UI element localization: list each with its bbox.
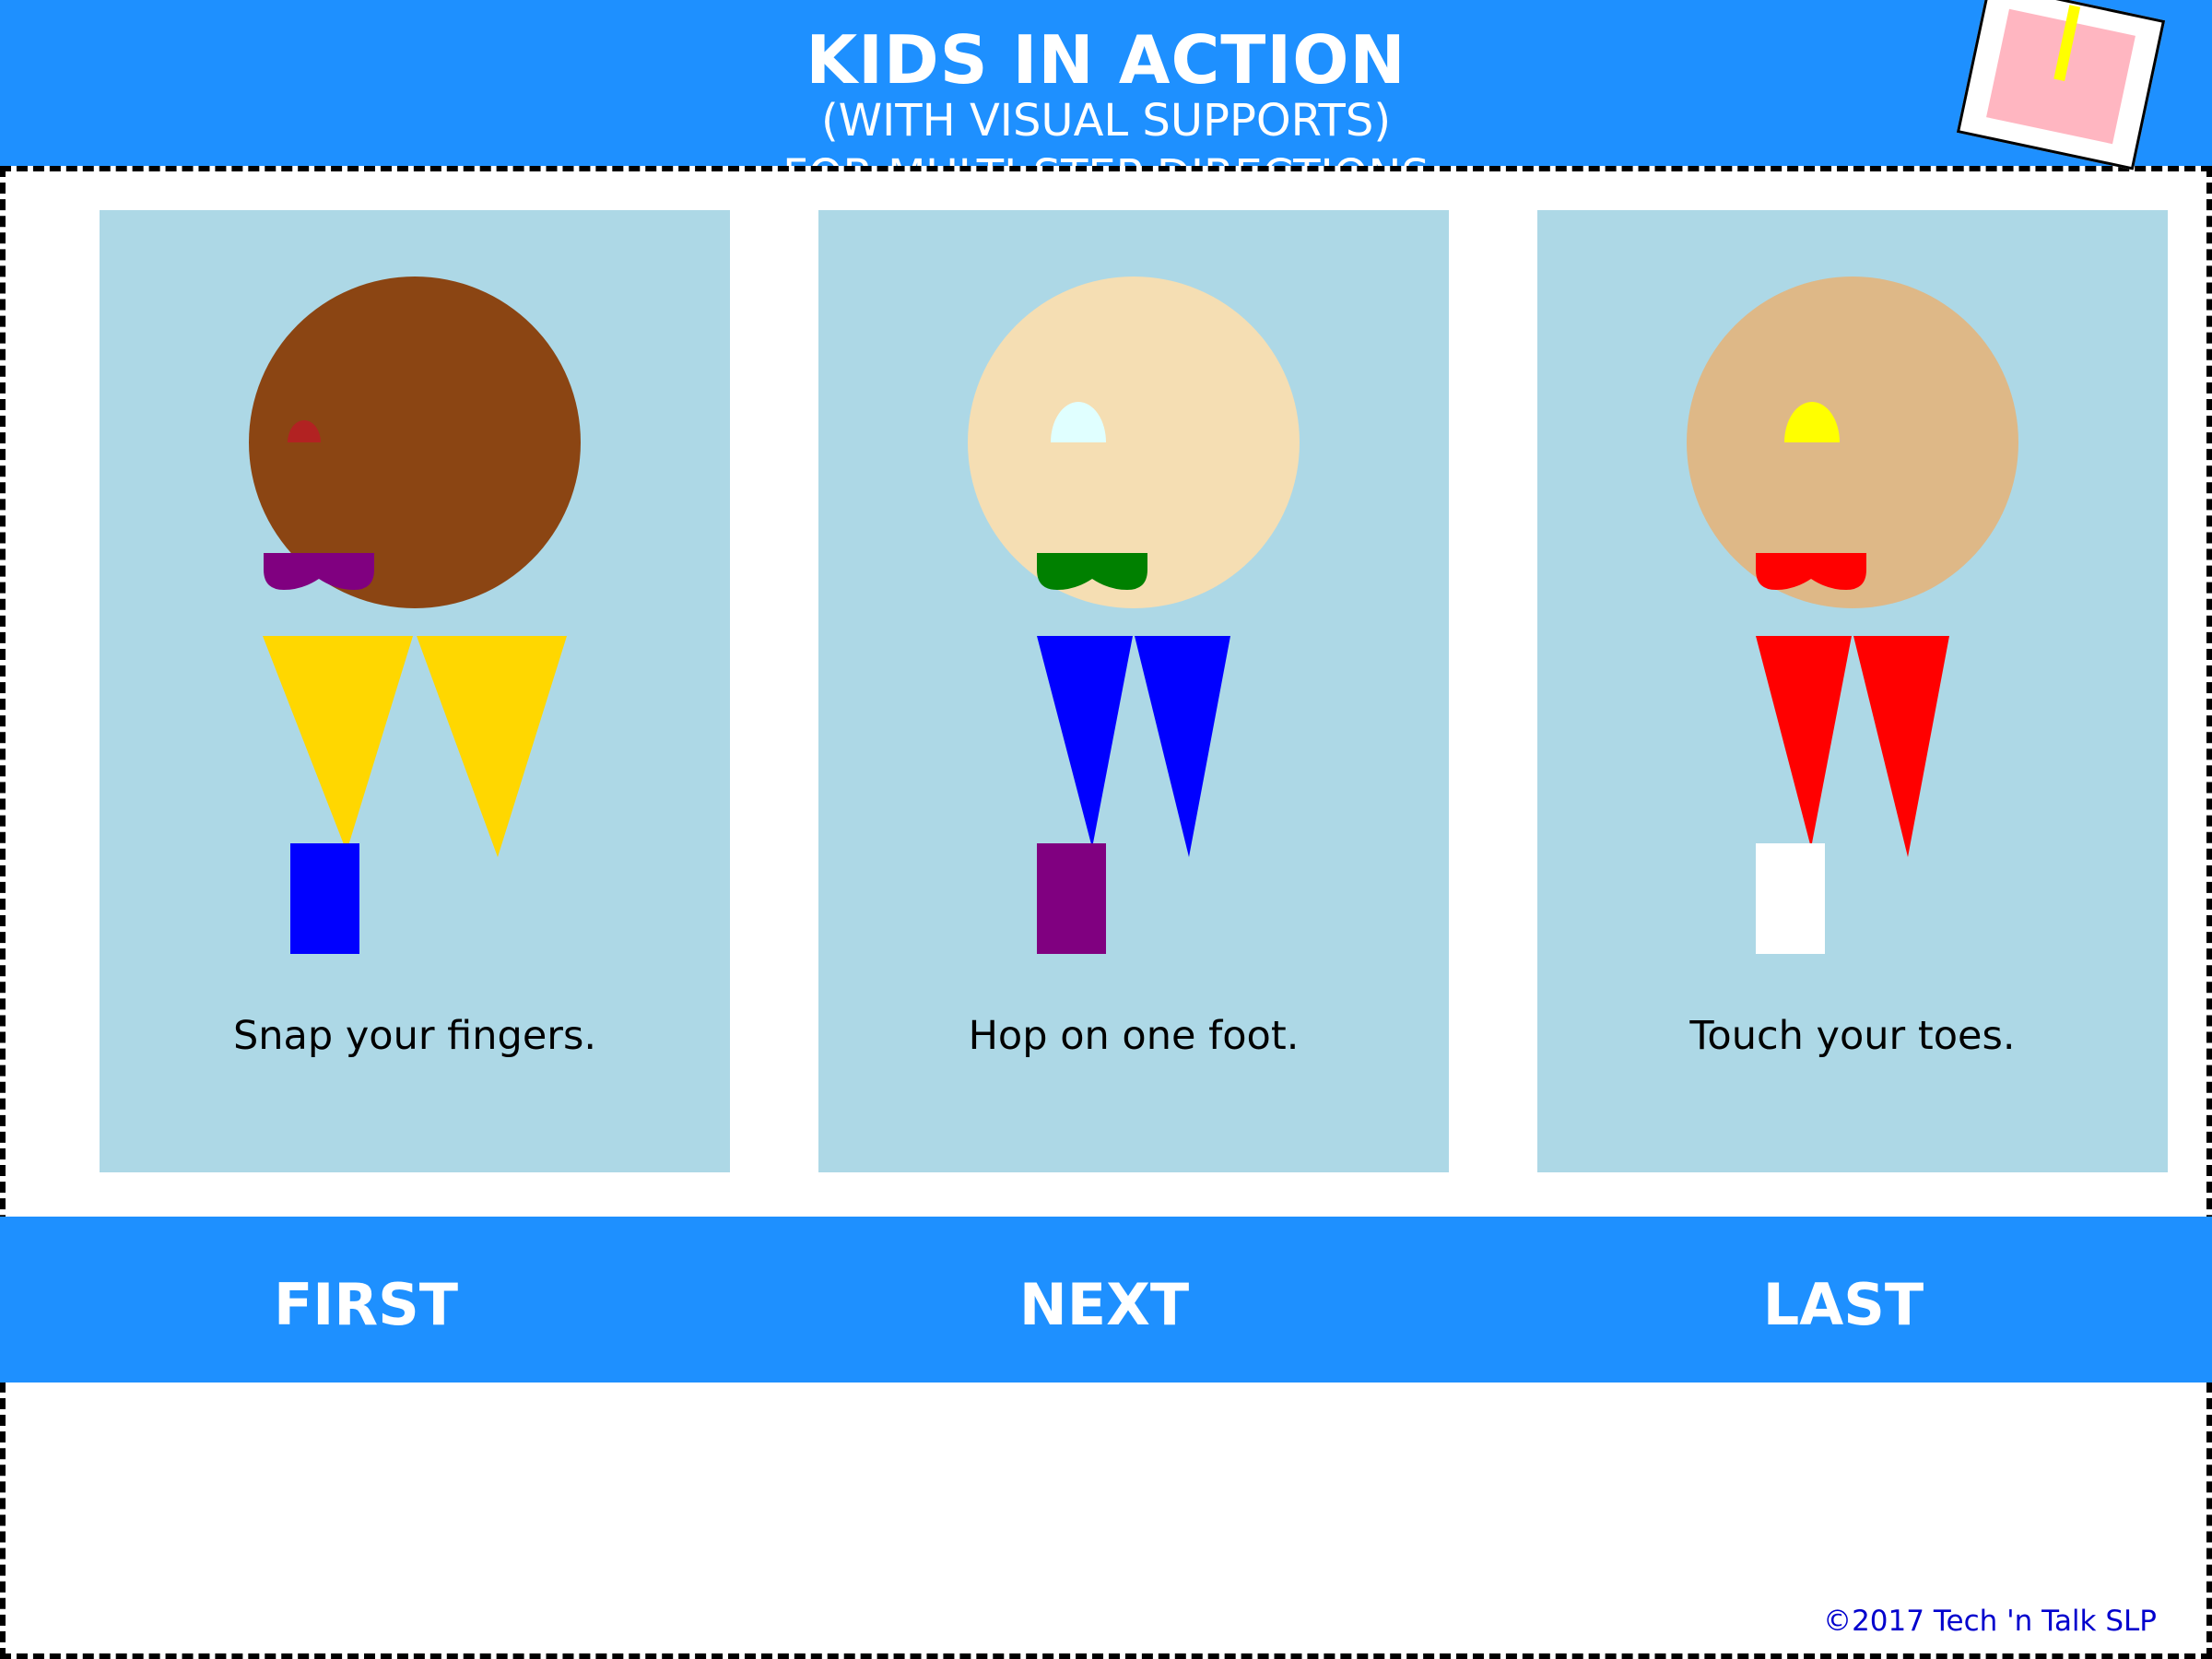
step-label-first: FIRST [273,1271,459,1338]
kid-right-leg [417,636,567,857]
kid-shoe [290,843,359,954]
action-caption-3: Touch your toes. [1689,1013,2016,1059]
header-banner: KIDS IN ACTION (WITH VISUAL SUPPORTS) FO… [0,0,2212,166]
action-caption-1: Snap your fingers. [232,1013,597,1059]
kid-left-leg [1037,636,1133,848]
kid-mouth [264,553,374,590]
step-label-next: NEXT [1018,1271,1190,1338]
activity-page: KIDS IN ACTION (WITH VISUAL SUPPORTS) FO… [0,0,2212,1659]
action-card-2: Hop on one foot. [818,210,1449,1172]
kid-shoe [1756,843,1825,954]
kid-right-leg [1853,636,1949,857]
step-label-last: LAST [1762,1271,1924,1338]
kid-left-leg [263,636,413,852]
page-title: KIDS IN ACTION [806,21,1406,99]
steps-banner: FIRST NEXT LAST [0,1217,2212,1382]
kid-left-leg [1756,636,1852,848]
action-card-1: Snap your fingers. [100,210,730,1172]
copyright-text: ©2017 Tech 'n Talk SLP [1823,1605,2157,1638]
kid-right-leg [1135,636,1230,857]
page-subtitle-cutoff: FOR MULTI-STEP DIRECTIONS [0,147,2212,166]
kid-shoe [1037,843,1106,954]
action-card-3: Touch your toes. [1537,210,2168,1172]
action-caption-2: Hop on one foot. [968,1013,1300,1059]
page-subtitle: (WITH VISUAL SUPPORTS) [820,95,1392,147]
